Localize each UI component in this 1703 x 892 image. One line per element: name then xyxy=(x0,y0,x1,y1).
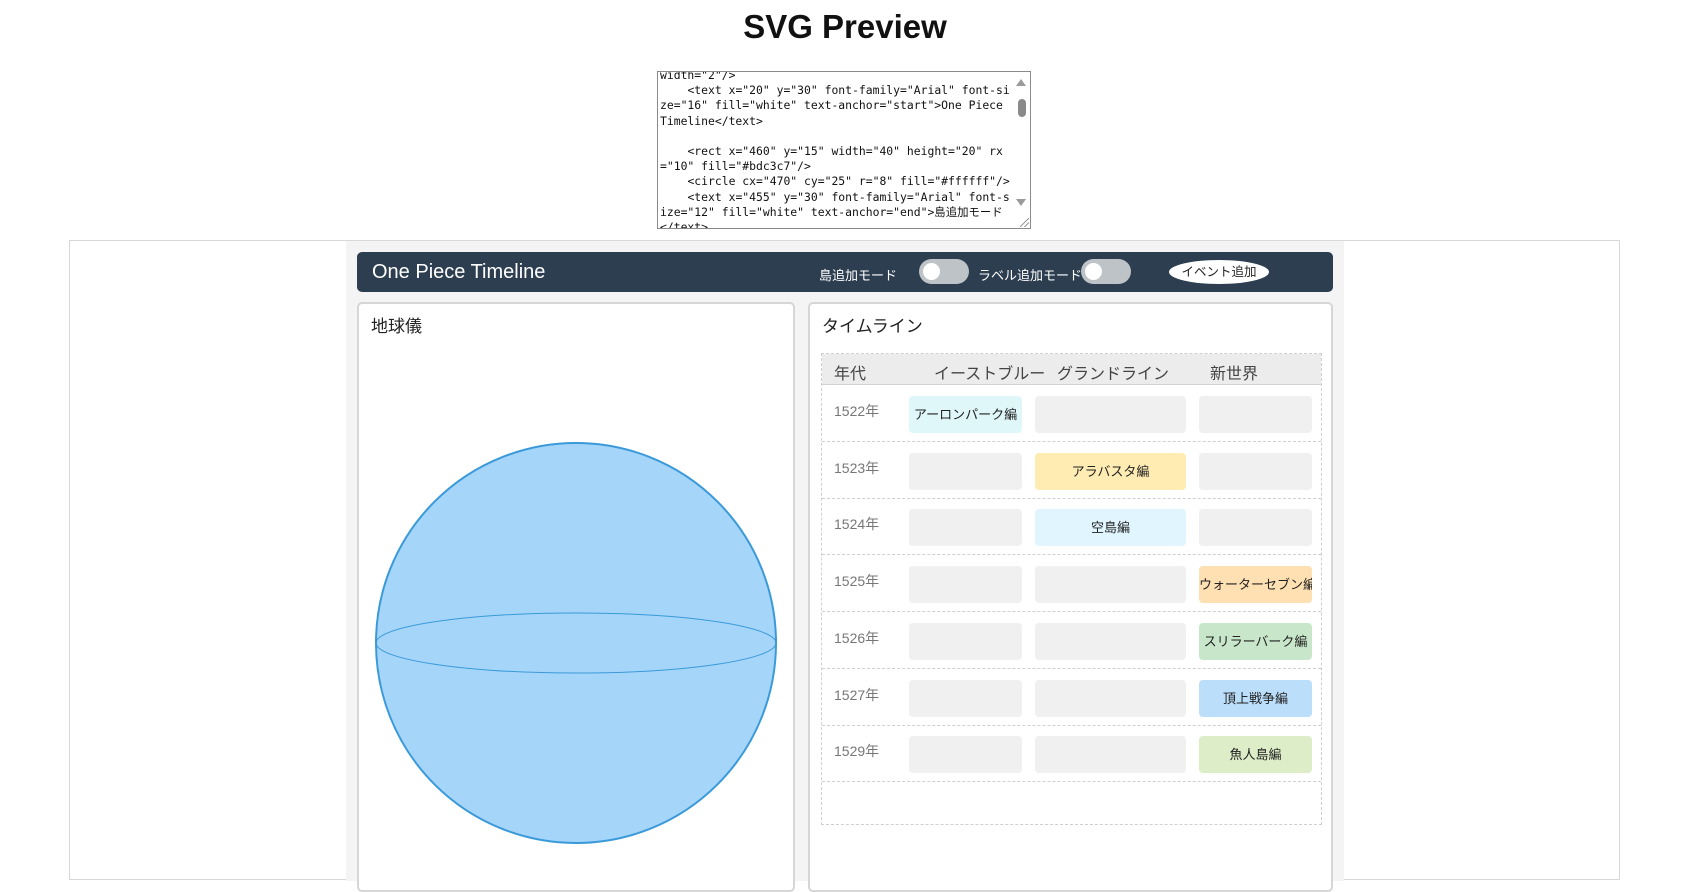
empty-cell-new-world[interactable] xyxy=(1199,396,1312,433)
row-year: 1522年 xyxy=(834,403,880,419)
timeline-app: One Piece Timeline 島追加モード ラベル追加モード イベント追… xyxy=(346,241,1344,892)
globe-panel: 地球儀 xyxy=(357,302,795,892)
globe-panel-title: 地球儀 xyxy=(371,317,422,336)
column-header-new-world: 新世界 xyxy=(1210,366,1259,383)
empty-cell-grand-line[interactable] xyxy=(1035,679,1186,717)
empty-cell-east-blue[interactable] xyxy=(909,736,1022,774)
label-mode-toggle[interactable] xyxy=(1081,259,1131,284)
column-header-grand-line: グランドライン xyxy=(1057,366,1170,383)
timeline-row: 1524年 空島編 xyxy=(822,498,1321,556)
timeline-table: 年代 イーストブルー グランドライン 新世界 1522年 アーロンパーク編 1523… xyxy=(821,353,1322,825)
toggle-knob xyxy=(923,263,940,280)
timeline-row: 1522年 アーロンパーク編 xyxy=(822,385,1321,442)
empty-cell-east-blue[interactable] xyxy=(909,566,1022,604)
empty-cell-east-blue[interactable] xyxy=(909,679,1022,717)
island-mode-toggle[interactable] xyxy=(919,259,969,284)
empty-cell-new-world[interactable] xyxy=(1199,509,1312,547)
timeline-row: 1525年 ウォーターセブン編 xyxy=(822,555,1321,613)
timeline-panel-title: タイムライン xyxy=(822,317,923,336)
add-event-button[interactable]: イベント追加 xyxy=(1169,260,1269,284)
app-title: One Piece Timeline xyxy=(372,261,546,283)
empty-cell-east-blue[interactable] xyxy=(909,622,1022,660)
empty-cell-grand-line[interactable] xyxy=(1035,396,1186,433)
timeline-table-header: 年代 イーストブルー グランドライン 新世界 xyxy=(822,354,1321,385)
row-year: 1529年 xyxy=(834,743,880,760)
empty-cell-grand-line[interactable] xyxy=(1035,622,1186,660)
app-header: One Piece Timeline 島追加モード ラベル追加モード イベント追… xyxy=(357,252,1333,292)
event-cell-new-world[interactable]: 頂上戦争編 xyxy=(1199,679,1312,717)
svg-code-textarea[interactable]: width="2"/> <text x="20" y="30" font-fam… xyxy=(657,71,1031,229)
row-year: 1525年 xyxy=(834,573,880,590)
svg-code-text[interactable]: width="2"/> <text x="20" y="30" font-fam… xyxy=(658,72,1030,228)
label-mode-label: ラベル追加モード xyxy=(978,268,1083,283)
toggle-knob xyxy=(1085,263,1102,280)
row-year: 1523年 xyxy=(834,459,880,476)
scroll-up-arrow-icon[interactable] xyxy=(1016,79,1026,86)
island-mode-label: 島追加モード xyxy=(819,268,898,283)
event-cell-new-world[interactable]: スリラーバーク編 xyxy=(1199,622,1312,660)
timeline-row: 1526年 スリラーバーク編 xyxy=(822,612,1321,669)
column-header-era: 年代 xyxy=(834,366,867,383)
empty-cell-grand-line[interactable] xyxy=(1035,566,1186,604)
empty-cell-new-world[interactable] xyxy=(1199,452,1312,490)
empty-cell-east-blue[interactable] xyxy=(909,509,1022,547)
code-scrollbar[interactable] xyxy=(1014,72,1030,228)
scroll-thumb[interactable] xyxy=(1018,99,1026,117)
timeline-row: 1523年 アラバスタ編 xyxy=(822,442,1321,499)
resize-grip-icon[interactable] xyxy=(1020,218,1029,227)
timeline-row: 1529年 魚人島編 xyxy=(822,725,1321,783)
event-cell-grand-line[interactable]: アラバスタ編 xyxy=(1035,452,1186,490)
row-year: 1526年 xyxy=(834,629,880,646)
globe-svg[interactable] xyxy=(374,439,778,847)
event-cell-new-world[interactable]: ウォーターセブン編 xyxy=(1199,566,1312,604)
globe-sphere[interactable] xyxy=(375,442,777,844)
empty-cell-east-blue[interactable] xyxy=(909,452,1022,490)
row-year: 1524年 xyxy=(834,516,880,533)
page-title: SVG Preview xyxy=(743,8,947,45)
scroll-down-arrow-icon[interactable] xyxy=(1016,199,1026,206)
event-cell-grand-line[interactable]: 空島編 xyxy=(1035,509,1186,547)
event-cell-east-blue[interactable]: アーロンパーク編 xyxy=(909,396,1022,433)
timeline-panel: タイムライン 年代 イーストブルー グランドライン 新世界 1522年 アーロンパ… xyxy=(808,302,1333,892)
event-cell-new-world[interactable]: 魚人島編 xyxy=(1199,736,1312,774)
row-year: 1527年 xyxy=(834,686,880,703)
empty-cell-grand-line[interactable] xyxy=(1035,736,1186,774)
timeline-row: 1527年 頂上戦争編 xyxy=(822,669,1321,726)
column-header-east-blue: イーストブルー xyxy=(934,366,1046,383)
